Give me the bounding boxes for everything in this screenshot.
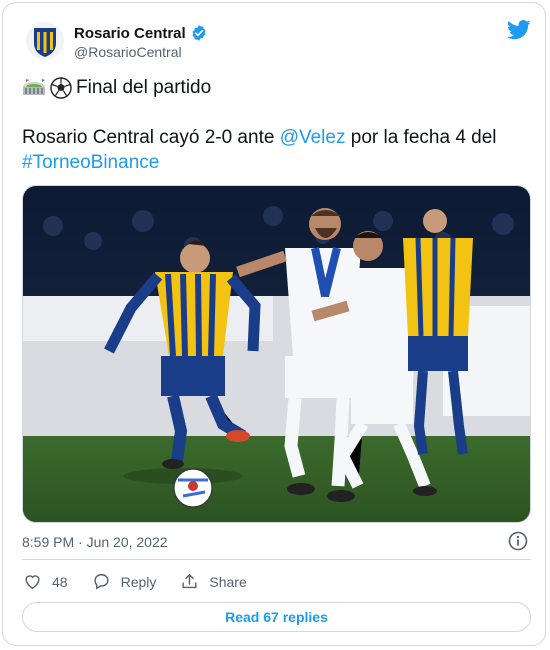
tweet-text-part1: Rosario Central cayó 2-0 ante — [22, 127, 280, 148]
share-label: Share — [209, 573, 247, 590]
tweet-text-part2: por la fecha 4 del — [345, 127, 497, 148]
tweet-actions: 48 Reply Share — [23, 572, 271, 591]
mention-link[interactable]: @Velez — [280, 127, 346, 148]
tweet-first-line-text: Final del partido — [76, 77, 212, 98]
share-button[interactable]: Share — [180, 572, 247, 591]
soccer-ball-emoji — [50, 77, 72, 99]
divider — [22, 559, 531, 560]
stadium-emoji — [22, 78, 46, 98]
account-handle[interactable]: @RosarioCentral — [74, 44, 182, 60]
read-replies-button[interactable]: Read 67 replies — [22, 602, 531, 632]
match-photo — [23, 186, 530, 522]
speech-bubble-icon — [94, 574, 109, 590]
tweet-card: Rosario Central @RosarioCentral Final de… — [2, 2, 546, 646]
verified-badge-icon — [192, 25, 206, 41]
tweet-text: Rosario Central cayó 2-0 ante @Velez por… — [22, 125, 532, 175]
tweet-photo[interactable] — [22, 185, 531, 523]
tweet-first-line: Final del partido — [22, 77, 211, 99]
like-button[interactable]: 48 — [23, 572, 68, 591]
info-icon[interactable] — [508, 531, 528, 551]
twitter-bird-icon[interactable] — [507, 20, 531, 40]
reply-label: Reply — [120, 573, 157, 590]
tweet-timestamp[interactable]: 8:59 PM · Jun 20, 2022 — [22, 534, 168, 550]
account-name-row[interactable]: Rosario Central — [74, 24, 208, 42]
hashtag-link[interactable]: #TorneoBinance — [22, 152, 159, 173]
heart-icon — [25, 575, 40, 590]
reply-button[interactable]: Reply — [92, 572, 157, 591]
avatar[interactable] — [26, 22, 64, 60]
share-upload-icon — [182, 574, 197, 589]
account-name[interactable]: Rosario Central — [74, 25, 186, 42]
like-count: 48 — [52, 573, 68, 590]
